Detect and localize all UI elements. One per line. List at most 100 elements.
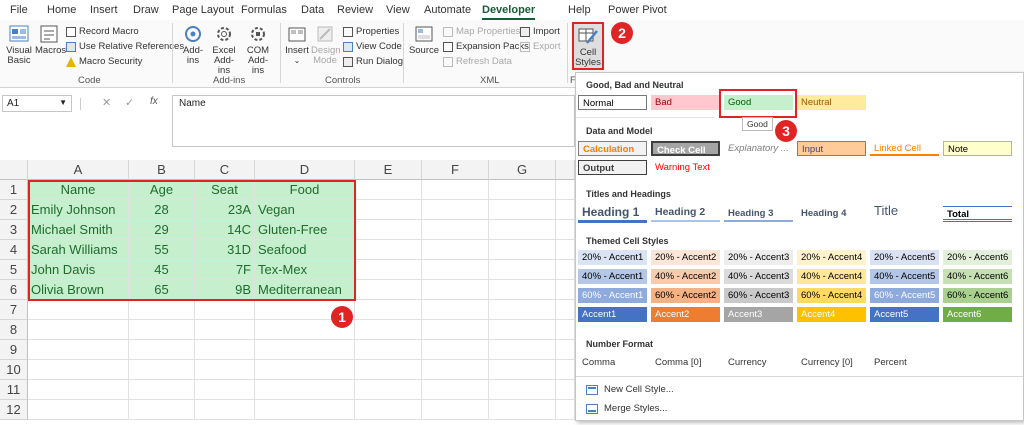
style-neutral[interactable]: Neutral [797, 95, 866, 110]
style-themed-accent[interactable]: 60% - Accent1 [578, 288, 647, 303]
empty-cell[interactable] [489, 240, 556, 260]
style-themed-accent[interactable]: 40% - Accent5 [870, 269, 939, 284]
style-themed-accent[interactable]: Accent5 [870, 307, 939, 322]
row-header[interactable]: 11 [0, 380, 28, 400]
column-header[interactable]: A [28, 160, 129, 180]
column-header[interactable]: F [422, 160, 489, 180]
visual-basic-button[interactable]: Visual Basic [4, 24, 34, 66]
style-normal[interactable]: Normal [578, 95, 647, 110]
empty-cell[interactable] [422, 300, 489, 320]
expansion-packs-button[interactable]: Expansion Packs [443, 41, 529, 52]
empty-cell[interactable] [556, 180, 575, 200]
empty-cell[interactable] [556, 200, 575, 220]
empty-cell[interactable] [355, 300, 422, 320]
style-heading-2[interactable]: Heading 2 [651, 205, 720, 222]
empty-cell[interactable] [489, 260, 556, 280]
style-themed-accent[interactable]: Accent1 [578, 307, 647, 322]
excel-add-ins-button[interactable]: Excel Add-ins [208, 24, 240, 76]
merge-styles-menu-item[interactable]: Merge Styles... [586, 403, 667, 414]
style-linked-cell[interactable]: Linked Cell [870, 141, 939, 156]
tab-file[interactable]: File [10, 4, 28, 16]
empty-cell[interactable] [489, 360, 556, 380]
style-comma[interactable]: Comma [582, 357, 615, 368]
empty-cell[interactable] [129, 320, 195, 340]
tab-draw[interactable]: Draw [133, 4, 159, 16]
empty-cell[interactable] [556, 340, 575, 360]
style-themed-accent[interactable]: Accent2 [651, 307, 720, 322]
empty-cell[interactable] [355, 180, 422, 200]
run-dialog-button[interactable]: Run Dialog [343, 56, 403, 67]
column-header[interactable]: G [489, 160, 556, 180]
view-code-button[interactable]: View Code [343, 41, 402, 52]
column-header[interactable]: D [255, 160, 355, 180]
style-comma-0[interactable]: Comma [0] [655, 357, 701, 368]
empty-cell[interactable] [255, 360, 355, 380]
empty-cell[interactable] [28, 360, 129, 380]
com-add-ins-button[interactable]: COM Add-ins [242, 24, 274, 76]
empty-cell[interactable] [129, 360, 195, 380]
empty-cell[interactable] [255, 380, 355, 400]
select-all-corner[interactable] [0, 160, 28, 180]
empty-cell[interactable] [195, 320, 255, 340]
tab-page-layout[interactable]: Page Layout [172, 4, 234, 16]
column-header[interactable]: C [195, 160, 255, 180]
empty-cell[interactable] [355, 280, 422, 300]
macros-button[interactable]: Macros [35, 24, 66, 56]
empty-cell[interactable] [129, 300, 195, 320]
add-ins-button[interactable]: Add-ins [178, 24, 208, 66]
style-themed-accent[interactable]: 20% - Accent6 [943, 250, 1012, 265]
style-input[interactable]: Input [797, 141, 866, 156]
empty-cell[interactable] [556, 260, 575, 280]
tab-review[interactable]: Review [337, 4, 373, 16]
style-themed-accent[interactable]: Accent4 [797, 307, 866, 322]
insert-function-icon[interactable]: fx [150, 96, 158, 107]
empty-cell[interactable] [489, 380, 556, 400]
empty-cell[interactable] [489, 340, 556, 360]
empty-cell[interactable] [422, 340, 489, 360]
style-themed-accent[interactable]: 20% - Accent3 [724, 250, 793, 265]
style-themed-accent[interactable]: 40% - Accent2 [651, 269, 720, 284]
empty-cell[interactable] [422, 220, 489, 240]
empty-cell[interactable] [129, 340, 195, 360]
style-themed-accent[interactable]: 20% - Accent2 [651, 250, 720, 265]
style-heading-1[interactable]: Heading 1 [578, 203, 647, 223]
row-header[interactable]: 2 [0, 200, 28, 220]
style-heading-3[interactable]: Heading 3 [724, 206, 793, 222]
empty-cell[interactable] [422, 240, 489, 260]
empty-cell[interactable] [355, 340, 422, 360]
style-themed-accent[interactable]: Accent6 [943, 307, 1012, 322]
empty-cell[interactable] [195, 360, 255, 380]
tab-view[interactable]: View [386, 4, 410, 16]
style-check-cell[interactable]: Check Cell [651, 141, 720, 156]
tab-help[interactable]: Help [568, 4, 591, 16]
tab-data[interactable]: Data [301, 4, 324, 16]
style-explanatory[interactable]: Explanatory ... [724, 141, 793, 156]
tab-home[interactable]: Home [47, 4, 76, 16]
empty-cell[interactable] [255, 400, 355, 420]
style-percent[interactable]: Percent [874, 357, 907, 368]
style-themed-accent[interactable]: 20% - Accent1 [578, 250, 647, 265]
empty-cell[interactable] [28, 380, 129, 400]
style-currency[interactable]: Currency [728, 357, 767, 368]
tab-insert[interactable]: Insert [90, 4, 118, 16]
row-header[interactable]: 6 [0, 280, 28, 300]
row-header[interactable]: 1 [0, 180, 28, 200]
use-relative-references-button[interactable]: Use Relative References [66, 41, 184, 52]
empty-cell[interactable] [355, 380, 422, 400]
empty-cell[interactable] [422, 260, 489, 280]
style-bad[interactable]: Bad [651, 95, 720, 110]
cell-styles-button[interactable]: Cell Styles [572, 22, 604, 70]
style-themed-accent[interactable]: 60% - Accent6 [943, 288, 1012, 303]
style-heading-4[interactable]: Heading 4 [797, 206, 866, 222]
new-cell-style-menu-item[interactable]: New Cell Style... [586, 384, 674, 395]
row-header[interactable]: 5 [0, 260, 28, 280]
import-button[interactable]: Import [520, 26, 560, 37]
row-header[interactable]: 12 [0, 400, 28, 420]
empty-cell[interactable] [489, 200, 556, 220]
empty-cell[interactable] [195, 340, 255, 360]
style-themed-accent[interactable]: 40% - Accent3 [724, 269, 793, 284]
tab-power-pivot[interactable]: Power Pivot [608, 4, 667, 16]
empty-cell[interactable] [28, 400, 129, 420]
macro-security-button[interactable]: Macro Security [66, 56, 142, 67]
empty-cell[interactable] [422, 320, 489, 340]
